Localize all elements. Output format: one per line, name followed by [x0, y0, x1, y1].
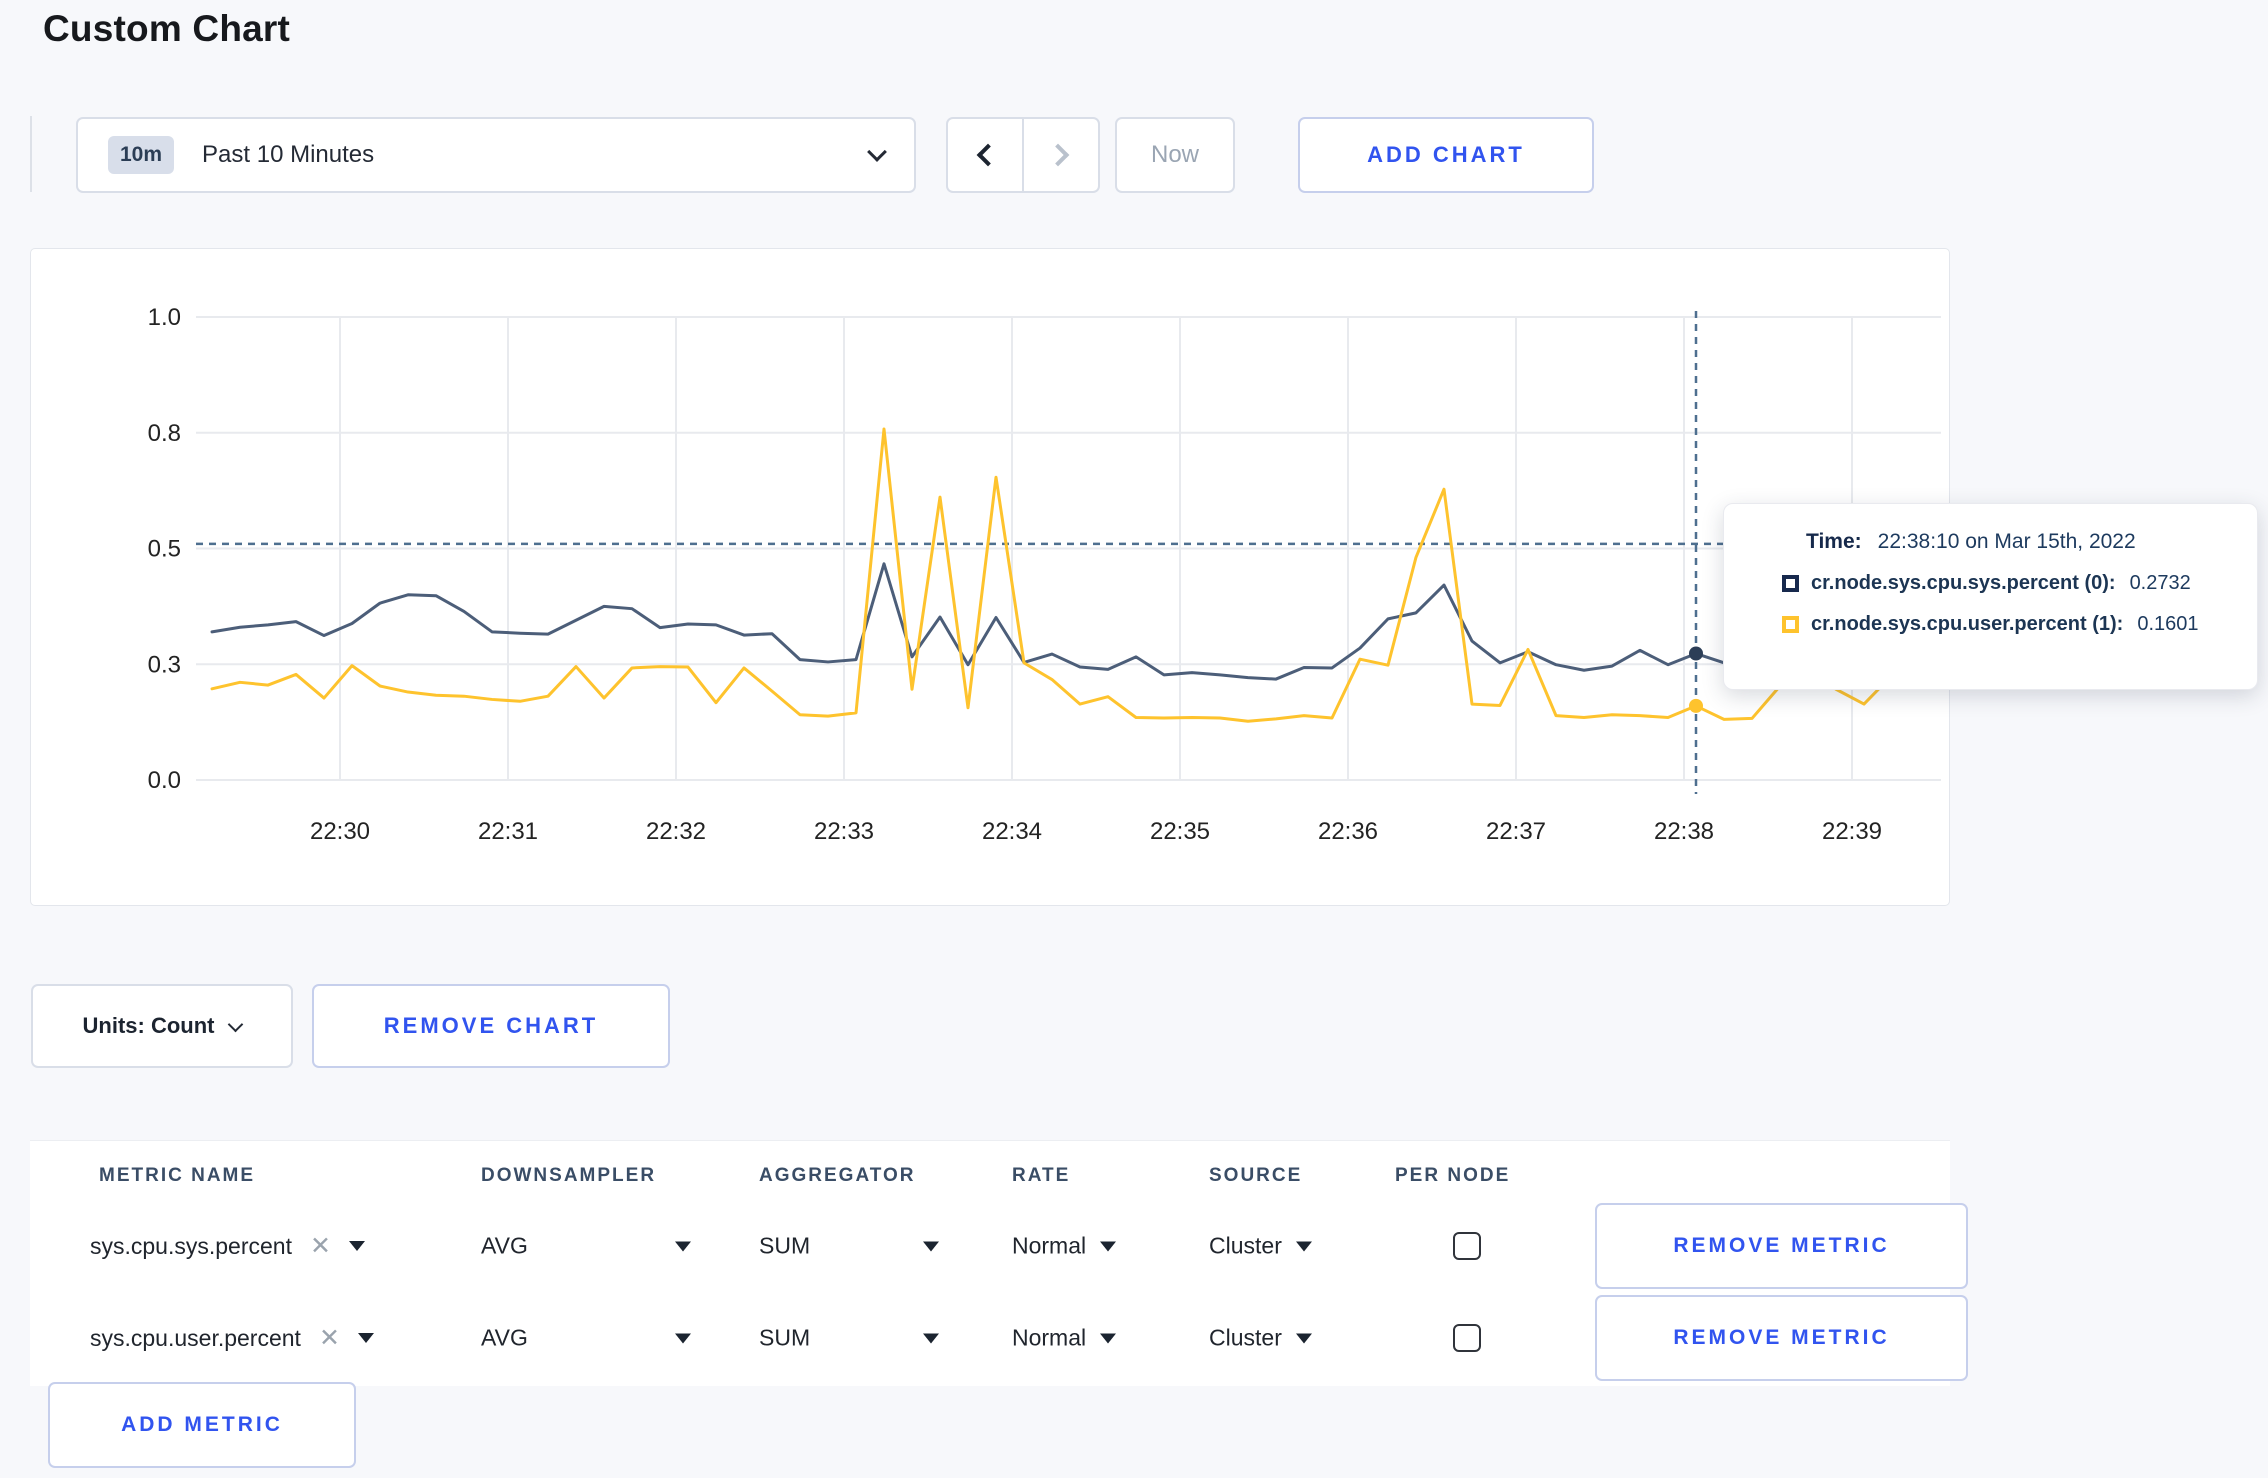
tooltip-series-value: 0.2732 — [2129, 572, 2191, 594]
clear-metric-icon[interactable] — [310, 1231, 331, 1261]
caret-down-icon — [1295, 1333, 1312, 1343]
svg-text:22:33: 22:33 — [814, 818, 874, 845]
time-back-button[interactable] — [948, 119, 1024, 191]
caret-down-icon — [348, 1241, 365, 1251]
svg-text:22:38: 22:38 — [1654, 818, 1714, 845]
series-sys-swatch-icon — [1782, 575, 1799, 592]
remove-metric-button[interactable]: REMOVE METRIC — [1595, 1295, 1968, 1381]
add-metric-button[interactable]: ADD METRIC — [48, 1382, 356, 1468]
caret-down-icon — [923, 1241, 939, 1251]
per-node-cell — [1453, 1324, 1481, 1352]
caret-down-icon — [1295, 1241, 1312, 1251]
tooltip-time-label: Time: — [1806, 530, 1862, 553]
downsampler-select[interactable]: AVG — [481, 1233, 691, 1260]
svg-text:22:31: 22:31 — [478, 818, 538, 845]
col-header-rate: RATE — [1012, 1165, 1071, 1186]
per-node-checkbox[interactable] — [1453, 1324, 1481, 1352]
toolbar-divider — [30, 116, 32, 192]
tooltip-time-value: 22:38:10 on Mar 15th, 2022 — [1877, 530, 2136, 553]
chevron-down-icon — [867, 142, 887, 162]
tooltip-series-label: cr.node.sys.cpu.sys.percent (0): — [1811, 572, 2116, 594]
per-node-checkbox[interactable] — [1453, 1232, 1481, 1260]
svg-text:22:34: 22:34 — [982, 818, 1042, 845]
remove-chart-button[interactable]: REMOVE CHART — [312, 984, 670, 1068]
time-range-dropdown[interactable]: 10m Past 10 Minutes — [76, 117, 916, 193]
svg-text:0.5: 0.5 — [148, 536, 181, 563]
custom-chart-page: Custom Chart 10m Past 10 Minutes Now ADD… — [0, 0, 2268, 1478]
aggregator-select[interactable]: SUM — [759, 1325, 939, 1352]
caret-down-icon — [675, 1333, 691, 1343]
svg-text:22:30: 22:30 — [310, 818, 370, 845]
time-pager — [946, 117, 1100, 193]
source-select[interactable]: Cluster — [1209, 1233, 1312, 1260]
time-range-badge: 10m — [108, 136, 175, 174]
metric-name-select[interactable]: sys.cpu.sys.percent — [90, 1231, 365, 1261]
svg-text:0.3: 0.3 — [148, 651, 181, 678]
downsampler-select[interactable]: AVG — [481, 1325, 691, 1352]
now-button[interactable]: Now — [1115, 117, 1235, 193]
per-node-cell — [1453, 1232, 1481, 1260]
chevron-right-icon — [1046, 143, 1070, 167]
chart-hover-tooltip: Time: 22:38:10 on Mar 15th, 2022 cr.node… — [1723, 503, 2258, 690]
svg-text:0.0: 0.0 — [148, 767, 181, 794]
rate-select[interactable]: Normal — [1012, 1233, 1117, 1260]
clear-metric-icon[interactable] — [319, 1323, 340, 1353]
units-label: Units: Count — [82, 1013, 215, 1038]
time-range-label: Past 10 Minutes — [202, 141, 375, 168]
col-header-downsampler: DOWNSAMPLER — [481, 1165, 657, 1186]
svg-text:0.8: 0.8 — [148, 420, 181, 447]
svg-text:22:35: 22:35 — [1150, 818, 1210, 845]
svg-text:22:39: 22:39 — [1822, 818, 1882, 845]
timeseries-chart[interactable]: 0.0 0.3 0.5 0.8 1.0 22:30 22:31 22:32 22:33 22:34… — [31, 249, 1951, 907]
tooltip-series-value: 0.1601 — [2137, 613, 2199, 635]
caret-down-icon — [357, 1333, 374, 1343]
add-chart-button[interactable]: ADD CHART — [1298, 117, 1594, 193]
col-header-per-node: PER NODE — [1395, 1165, 1511, 1186]
svg-text:22:37: 22:37 — [1486, 818, 1546, 845]
tooltip-series-label: cr.node.sys.cpu.user.percent (1): — [1811, 613, 2124, 635]
chart-card: 0.0 0.3 0.5 0.8 1.0 22:30 22:31 22:32 22:33 22:34… — [30, 248, 1950, 906]
aggregator-select[interactable]: SUM — [759, 1233, 939, 1260]
svg-text:22:36: 22:36 — [1318, 818, 1378, 845]
caret-down-icon — [675, 1241, 691, 1251]
col-header-aggregator: AGGREGATOR — [759, 1165, 916, 1186]
metric-name-select[interactable]: sys.cpu.user.percent — [90, 1323, 374, 1353]
svg-text:1.0: 1.0 — [148, 304, 181, 331]
metrics-table: METRIC NAME DOWNSAMPLER AGGREGATOR RATE … — [30, 1140, 1968, 1386]
caret-down-icon — [1100, 1241, 1117, 1251]
caret-down-icon — [1100, 1333, 1117, 1343]
col-header-source: SOURCE — [1209, 1165, 1303, 1186]
units-dropdown[interactable]: Units: Count — [31, 984, 293, 1068]
time-forward-button[interactable] — [1024, 119, 1098, 191]
col-header-metric-name: METRIC NAME — [99, 1165, 256, 1186]
page-title: Custom Chart — [43, 8, 291, 49]
remove-metric-button[interactable]: REMOVE METRIC — [1595, 1203, 1968, 1289]
svg-text:22:32: 22:32 — [646, 818, 706, 845]
caret-down-icon — [923, 1333, 939, 1343]
series-user-swatch-icon — [1782, 616, 1799, 633]
rate-select[interactable]: Normal — [1012, 1325, 1117, 1352]
source-select[interactable]: Cluster — [1209, 1325, 1312, 1352]
chevron-left-icon — [976, 143, 1000, 167]
chevron-down-icon — [228, 1016, 244, 1032]
